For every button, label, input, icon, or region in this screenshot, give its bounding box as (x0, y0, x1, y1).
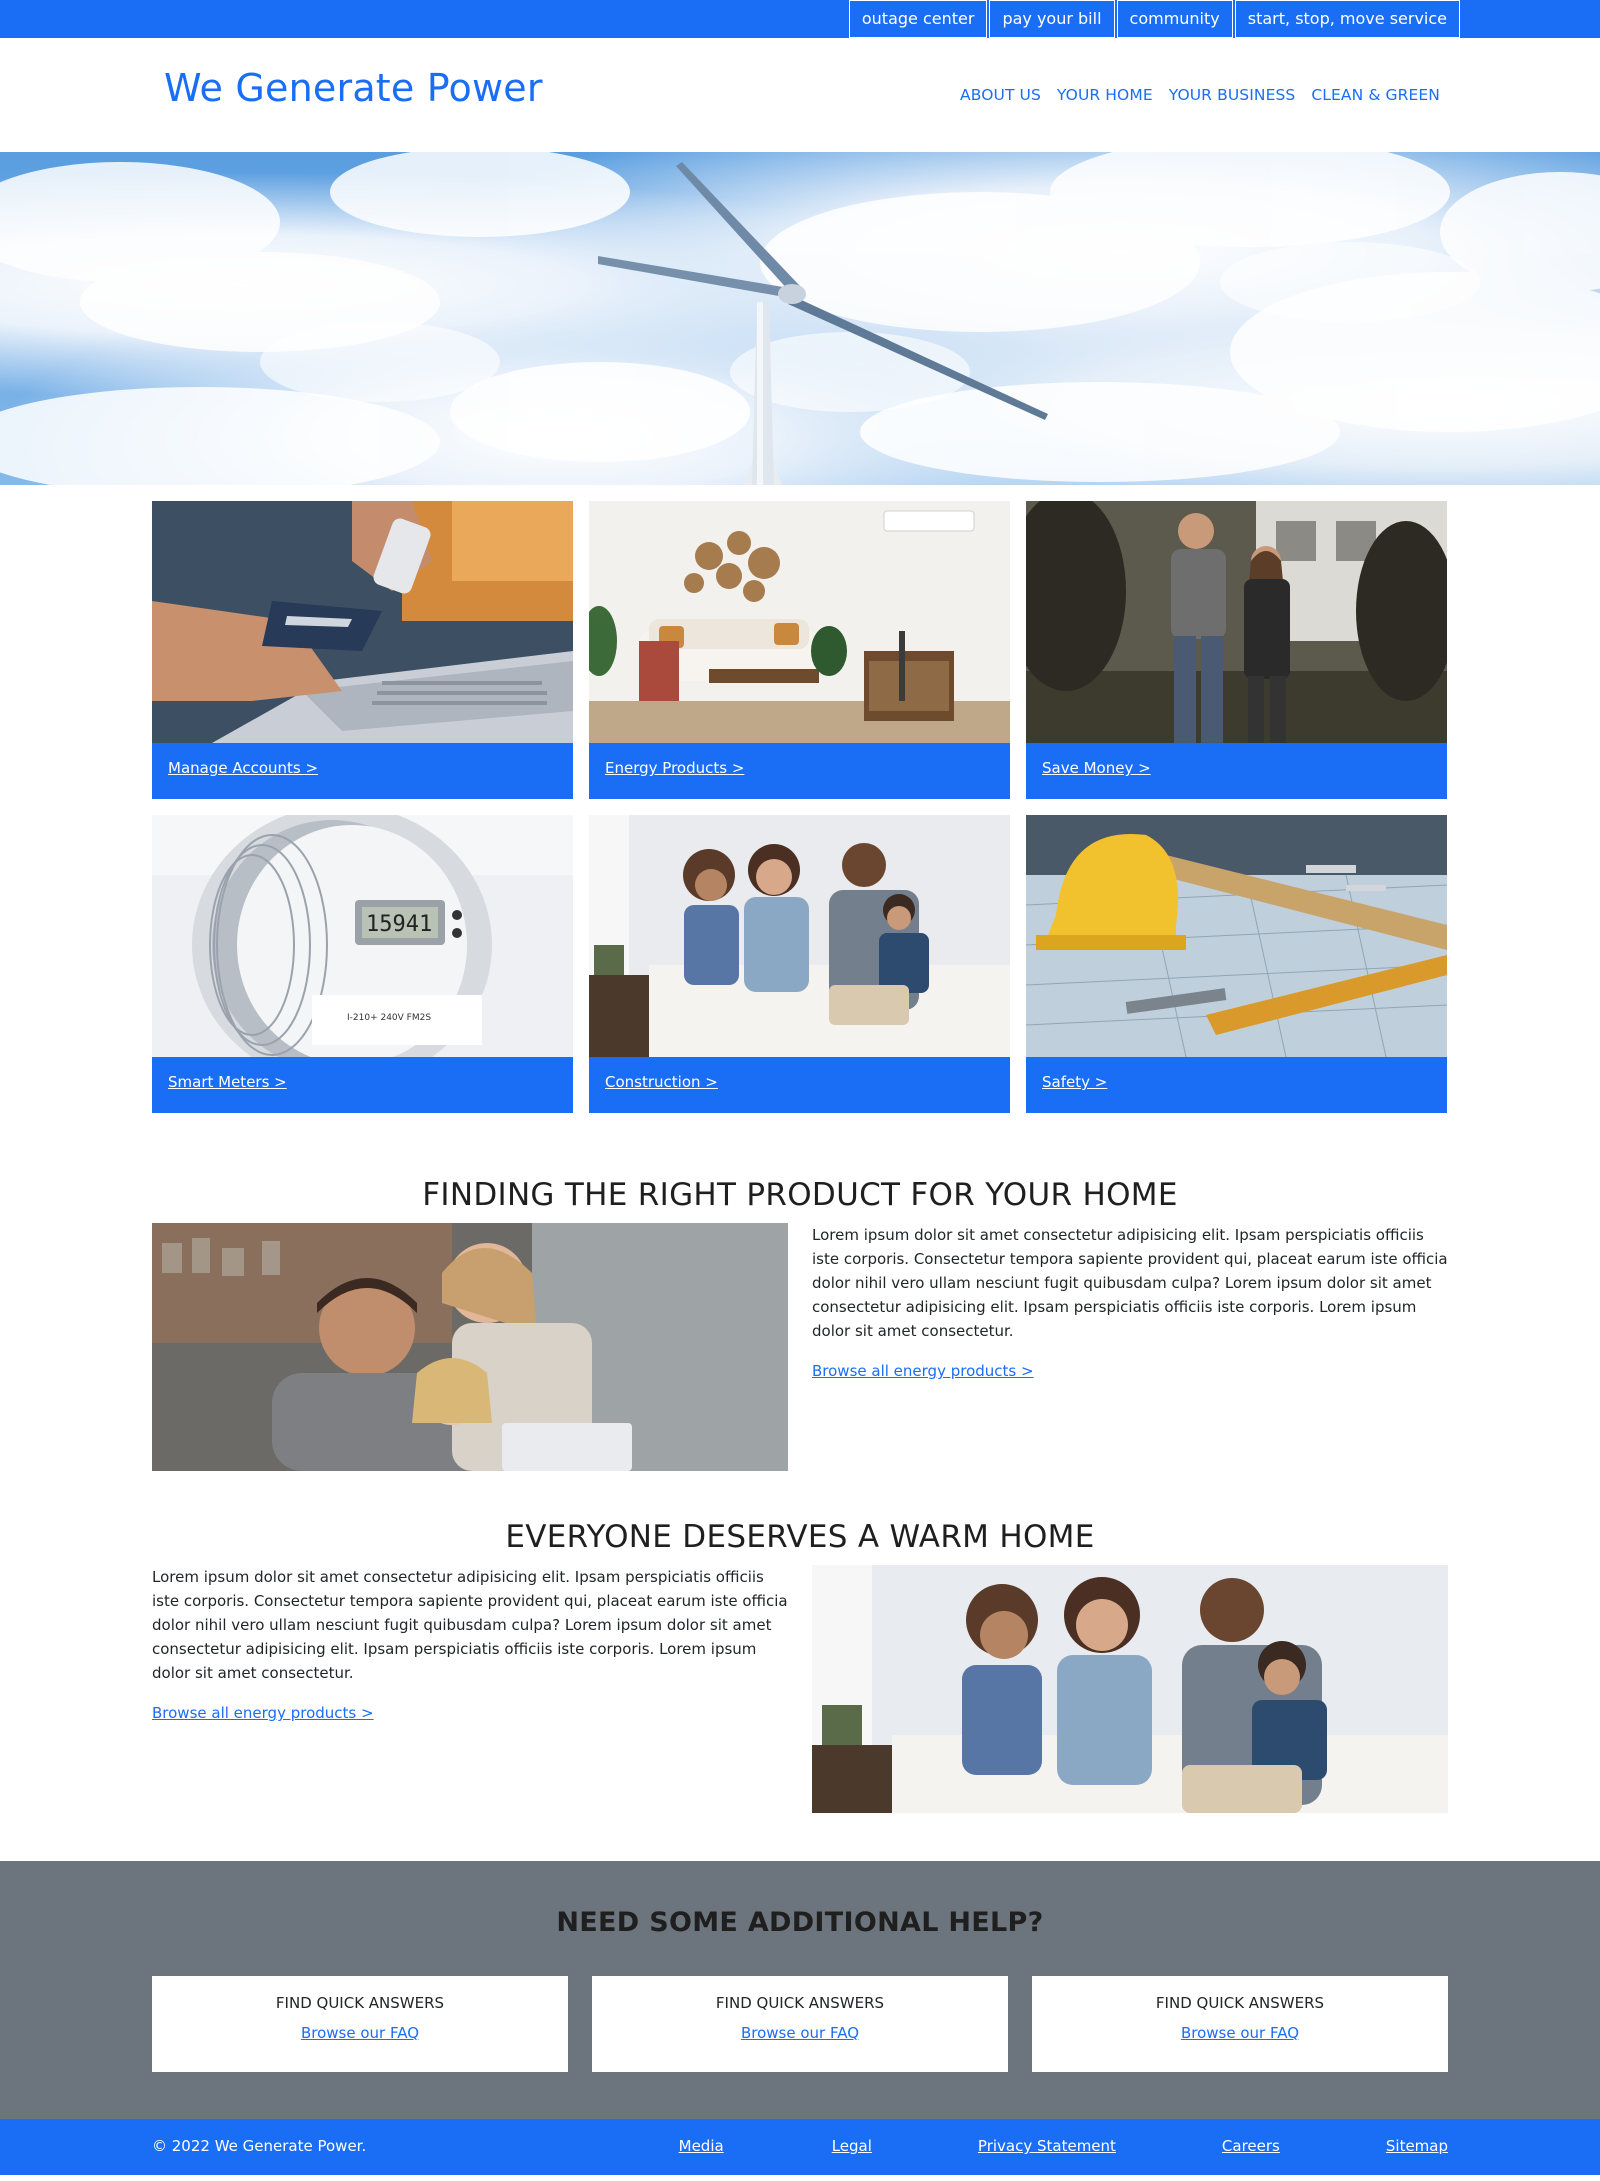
nav-your-home[interactable]: YOUR HOME (1057, 86, 1153, 104)
copyright-text: © 2022 We Generate Power. (152, 2137, 367, 2155)
utility-nav: outage center pay your bill community st… (847, 0, 1460, 38)
nav-your-business[interactable]: YOUR BUSINESS (1169, 86, 1296, 104)
util-link-community[interactable]: community (1116, 0, 1233, 38)
footer-link-sitemap[interactable]: Sitemap (1386, 2137, 1448, 2155)
site-header: We Generate Power ABOUT US YOUR HOME YOU… (0, 38, 1600, 152)
feature-warm-home: Lorem ipsum dolor sit amet consectetur a… (152, 1565, 1448, 1813)
feature-paragraph: Lorem ipsum dolor sit amet consectetur a… (152, 1568, 788, 1682)
site-footer: © 2022 We Generate Power. Media Legal Pr… (0, 2119, 1600, 2175)
tile-link-energy-products[interactable]: Energy Products > (605, 759, 744, 777)
help-card: FIND QUICK ANSWERS Browse our FAQ (1032, 1976, 1448, 2072)
tile-link-safety[interactable]: Safety > (1042, 1073, 1107, 1091)
hard-hat-blueprints-image (1026, 815, 1447, 1057)
footer-link-careers[interactable]: Careers (1222, 2137, 1280, 2155)
feature-title-right-product: FINDING THE RIGHT PRODUCT FOR YOUR HOME (422, 1177, 1178, 1213)
tile-link-smart-meters[interactable]: Smart Meters > (168, 1073, 287, 1091)
feature-text-warm-home: Lorem ipsum dolor sit amet consectetur a… (152, 1565, 788, 1725)
tile-construction[interactable]: Construction > (589, 815, 1010, 1113)
nav-clean-green[interactable]: CLEAN & GREEN (1311, 86, 1440, 104)
tile-link-construction[interactable]: Construction > (605, 1073, 718, 1091)
hero-banner (0, 152, 1600, 485)
help-section: NEED SOME ADDITIONAL HELP? FIND QUICK AN… (0, 1861, 1600, 2119)
brand-logo-link[interactable]: We Generate Power (164, 66, 543, 110)
help-card-title: FIND QUICK ANSWERS (715, 1994, 885, 2012)
tile-link-save-money[interactable]: Save Money > (1042, 759, 1151, 777)
nav-about-us[interactable]: ABOUT US (960, 86, 1041, 104)
feature-paragraph: Lorem ipsum dolor sit amet consectetur a… (812, 1226, 1448, 1340)
laptop-credit-card-image (152, 501, 573, 743)
tile-safety[interactable]: Safety > (1026, 815, 1447, 1113)
svg-text:I-210+ 240V FM2S: I-210+ 240V FM2S (347, 1013, 431, 1023)
footer-link-media[interactable]: Media (679, 2137, 724, 2155)
browse-energy-products-link[interactable]: Browse all energy products > (812, 1359, 1034, 1383)
tile-energy-products[interactable]: Energy Products > (589, 501, 1010, 799)
help-card-title: FIND QUICK ANSWERS (275, 1994, 445, 2012)
electric-meter-image: 15941 I-210+ 240V FM2S (152, 815, 573, 1057)
utility-bar: outage center pay your bill community st… (0, 0, 1600, 38)
family-on-couch-image (812, 1565, 1448, 1813)
wind-turbine-image (0, 152, 1600, 485)
footer-nav: Media Legal Privacy Statement Careers Si… (679, 2137, 1448, 2155)
util-link-start-stop-move[interactable]: start, stop, move service (1234, 0, 1460, 38)
footer-link-legal[interactable]: Legal (832, 2137, 872, 2155)
util-link-outage-center[interactable]: outage center (848, 0, 988, 38)
tile-link-manage-accounts[interactable]: Manage Accounts > (168, 759, 318, 777)
living-room-image (589, 501, 1010, 743)
feature-title-warm-home: EVERYONE DESERVES A WARM HOME (505, 1519, 1095, 1555)
help-title: NEED SOME ADDITIONAL HELP? (556, 1907, 1044, 1938)
footer-link-privacy-statement[interactable]: Privacy Statement (978, 2137, 1116, 2155)
svg-text:15941: 15941 (366, 912, 432, 937)
family-laptop-image (152, 1223, 788, 1471)
main-nav: ABOUT US YOUR HOME YOUR BUSINESS CLEAN &… (960, 86, 1440, 104)
tile-smart-meters[interactable]: 15941 I-210+ 240V FM2S Smart Meters > (152, 815, 573, 1113)
browse-energy-products-link[interactable]: Browse all energy products > (152, 1701, 374, 1725)
tile-save-money[interactable]: Save Money > (1026, 501, 1447, 799)
help-card: FIND QUICK ANSWERS Browse our FAQ (152, 1976, 568, 2072)
feature-text-right-product: Lorem ipsum dolor sit amet consectetur a… (812, 1223, 1448, 1383)
help-card: FIND QUICK ANSWERS Browse our FAQ (592, 1976, 1008, 2072)
help-card-title: FIND QUICK ANSWERS (1155, 1994, 1325, 2012)
faq-link[interactable]: Browse our FAQ (301, 2024, 419, 2042)
family-on-couch-image (589, 815, 1010, 1057)
util-link-pay-bill[interactable]: pay your bill (989, 0, 1115, 38)
tile-manage-accounts[interactable]: Manage Accounts > (152, 501, 573, 799)
service-tiles: Manage Accounts > Energy Products > Save… (152, 501, 1448, 1113)
help-cards: FIND QUICK ANSWERS Browse our FAQ FIND Q… (152, 1976, 1448, 2072)
feature-right-product: Lorem ipsum dolor sit amet consectetur a… (152, 1223, 1448, 1471)
faq-link[interactable]: Browse our FAQ (1181, 2024, 1299, 2042)
faq-link[interactable]: Browse our FAQ (741, 2024, 859, 2042)
couple-outside-house-image (1026, 501, 1447, 743)
